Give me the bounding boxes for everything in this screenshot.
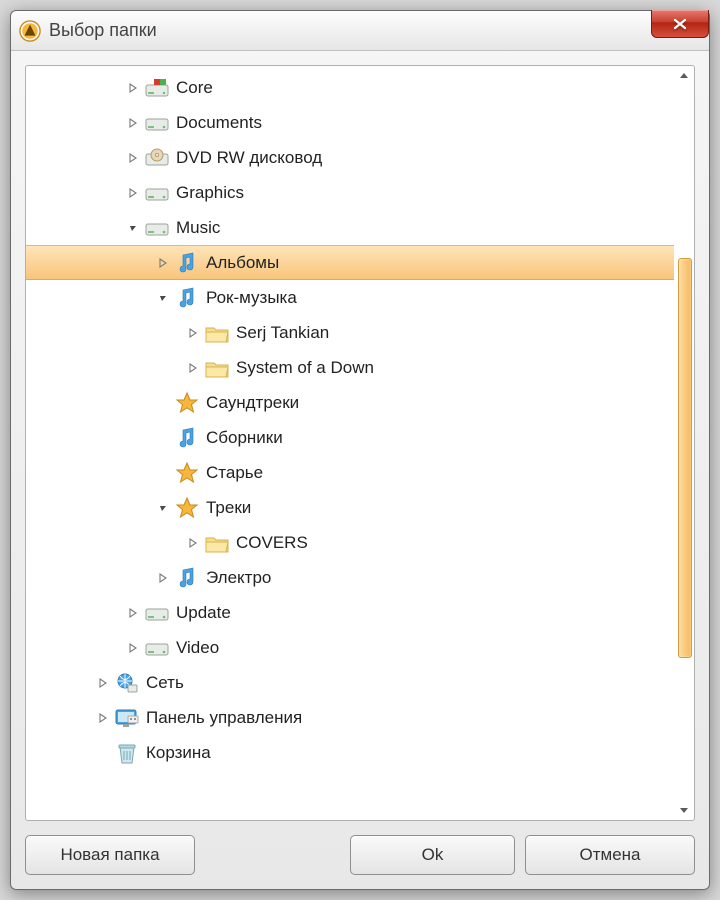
tree-item[interactable]: Video [26,630,674,665]
music-icon [174,425,200,451]
expander-closed-icon[interactable] [96,711,110,725]
tree-item[interactable]: Сборники [26,420,674,455]
cpanel-icon [114,705,140,731]
button-row: Новая папка Ok Отмена [25,835,695,875]
tree-item-label: Корзина [146,743,211,763]
scroll-up-arrow-icon[interactable] [676,68,692,84]
tree-item[interactable]: Documents [26,105,674,140]
star-icon [174,460,200,486]
window-title: Выбор папки [49,20,157,41]
scroll-thumb[interactable] [678,258,692,658]
tree-item-label: Сборники [206,428,283,448]
tree-item[interactable]: Music [26,210,674,245]
star-icon [174,495,200,521]
tree-item-label: Электро [206,568,271,588]
tree-item-label: Саундтреки [206,393,299,413]
expander-closed-icon[interactable] [126,81,140,95]
expander-closed-icon[interactable] [156,571,170,585]
tree-item[interactable]: Панель управления [26,700,674,735]
tree-item-label: Graphics [176,183,244,203]
dialog-window: Выбор папки Core Documents DVD RW дисковод… [10,10,710,890]
expander-closed-icon[interactable] [186,361,200,375]
tree-item[interactable]: Треки [26,490,674,525]
tree-item[interactable]: Корзина [26,735,674,770]
tree-item[interactable]: Электро [26,560,674,595]
tree-item[interactable]: Саундтреки [26,385,674,420]
music-icon [174,565,200,591]
tree-item[interactable]: Старье [26,455,674,490]
expander-open-icon[interactable] [156,501,170,515]
tree-item[interactable]: COVERS [26,525,674,560]
scroll-down-arrow-icon[interactable] [676,802,692,818]
close-button[interactable] [651,10,709,38]
tree-item-label: Documents [176,113,262,133]
tree-container: Core Documents DVD RW дисковод Graphics Musi… [25,65,695,821]
expander-closed-icon[interactable] [126,641,140,655]
tree-item-label: Альбомы [206,253,279,273]
tree-item[interactable]: Core [26,70,674,105]
expander-open-icon[interactable] [156,291,170,305]
new-folder-button[interactable]: Новая папка [25,835,195,875]
ok-button[interactable]: Ok [350,835,515,875]
tree-item-label: Сеть [146,673,184,693]
folder-icon [204,355,230,381]
expander-closed-icon[interactable] [96,676,110,690]
tree-item-label: Music [176,218,220,238]
drive-win-icon [144,75,170,101]
tree-item-label: Core [176,78,213,98]
drive-icon [144,600,170,626]
dialog-body: Core Documents DVD RW дисковод Graphics Musi… [25,65,695,875]
tree-item-label: DVD RW дисковод [176,148,322,168]
drive-icon [144,180,170,206]
tree-item[interactable]: Сеть [26,665,674,700]
expander-closed-icon[interactable] [126,606,140,620]
folder-icon [204,530,230,556]
tree-item-label: COVERS [236,533,308,553]
expander-closed-icon[interactable] [126,186,140,200]
dvd-icon [144,145,170,171]
expander-open-icon[interactable] [126,221,140,235]
drive-icon [144,215,170,241]
tree-item-label: Панель управления [146,708,302,728]
expander-closed-icon[interactable] [186,326,200,340]
scrollbar[interactable] [676,68,692,818]
recycle-icon [114,740,140,766]
tree-item-label: Старье [206,463,263,483]
tree-item[interactable]: System of a Down [26,350,674,385]
title-bar: Выбор папки [11,11,709,51]
tree-item-label: Video [176,638,219,658]
tree-item-label: System of a Down [236,358,374,378]
tree-item-label: Треки [206,498,251,518]
folder-tree[interactable]: Core Documents DVD RW дисковод Graphics Musi… [26,70,674,816]
expander-closed-icon[interactable] [186,536,200,550]
expander-closed-icon[interactable] [156,256,170,270]
tree-item[interactable]: DVD RW дисковод [26,140,674,175]
music-icon [174,285,200,311]
tree-item[interactable]: Альбомы [26,245,674,280]
tree-item-label: Update [176,603,231,623]
tree-item-label: Serj Tankian [236,323,329,343]
expander-closed-icon[interactable] [126,151,140,165]
close-icon [672,18,688,30]
drive-icon [144,110,170,136]
expander-closed-icon[interactable] [126,116,140,130]
tree-item[interactable]: Graphics [26,175,674,210]
tree-item[interactable]: Serj Tankian [26,315,674,350]
star-icon [174,390,200,416]
tree-item[interactable]: Рок-музыка [26,280,674,315]
network-icon [114,670,140,696]
folder-icon [204,320,230,346]
tree-item-label: Рок-музыка [206,288,297,308]
tree-item[interactable]: Update [26,595,674,630]
music-icon [174,250,200,276]
drive-icon [144,635,170,661]
cancel-button[interactable]: Отмена [525,835,695,875]
app-icon [19,20,41,42]
